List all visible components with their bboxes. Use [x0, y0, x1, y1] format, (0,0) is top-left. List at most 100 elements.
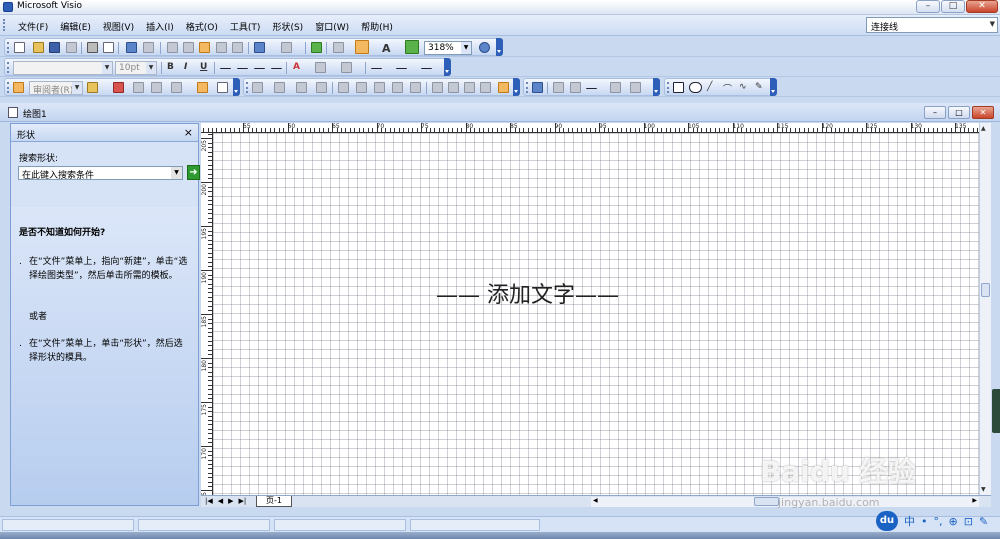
scroll-down-icon[interactable]: ▼	[981, 486, 986, 493]
line-weight-icon[interactable]	[371, 62, 382, 69]
dropdown-arrow-icon[interactable]: ▼	[146, 62, 156, 74]
underline-icon[interactable]: U	[200, 62, 207, 72]
toolbar-grip-icon[interactable]	[246, 82, 249, 93]
zoom-dropdown-icon[interactable]: ▼	[461, 42, 471, 54]
maximize-button[interactable]: □	[941, 0, 965, 13]
rotate-right-icon[interactable]	[392, 82, 403, 93]
align-center-icon[interactable]	[237, 62, 248, 69]
drawing-restore-button[interactable]: □	[948, 106, 970, 119]
flip-horizontal-icon[interactable]	[338, 82, 349, 93]
ink-icon[interactable]	[217, 82, 228, 93]
align-left-icon[interactable]	[220, 62, 231, 69]
zoom-box[interactable]: 318% ▼	[424, 41, 472, 55]
menu-help[interactable]: 帮助(H)	[355, 20, 399, 33]
italic-icon[interactable]: I	[184, 62, 187, 72]
menu-view[interactable]: 视图(V)	[97, 20, 140, 33]
next-markup-icon[interactable]	[151, 82, 162, 93]
paste-icon[interactable]	[199, 42, 210, 53]
reviewer-combo[interactable]: 审阅者(R) ▼	[29, 81, 83, 96]
canvas-text-shape[interactable]: —— 添加文字——	[436, 277, 619, 309]
toolbar-grip-icon[interactable]	[7, 82, 10, 93]
shapes-icon[interactable]	[311, 42, 322, 53]
permission-icon[interactable]	[66, 42, 77, 53]
accept-markup-icon[interactable]	[171, 82, 182, 93]
align-shapes-icon[interactable]	[252, 82, 263, 93]
search-go-icon[interactable]: ➜	[187, 165, 200, 180]
print-preview-icon[interactable]	[103, 42, 114, 53]
help-icon[interactable]	[479, 42, 490, 53]
insert-picture-icon[interactable]	[532, 82, 543, 93]
crop-icon[interactable]	[553, 82, 564, 93]
shape-operations-icon[interactable]	[498, 82, 509, 93]
freeform-tool-icon[interactable]: ∿	[739, 82, 747, 92]
redo-icon[interactable]	[281, 42, 292, 53]
bold-icon[interactable]: B	[167, 62, 174, 72]
rectangle-tool-icon[interactable]	[673, 82, 684, 93]
drawing-canvas[interactable]	[213, 133, 979, 495]
undo-icon[interactable]	[254, 42, 265, 53]
toolbar-grip-icon[interactable]	[667, 82, 670, 93]
toolbar-options-icon[interactable]	[496, 38, 503, 56]
spelling-icon[interactable]	[126, 42, 137, 53]
format-painter-icon[interactable]	[216, 42, 227, 53]
ime-punctuation-icon[interactable]: •	[921, 515, 928, 528]
drawing-close-button[interactable]: ✕	[972, 106, 994, 119]
minimize-button[interactable]: –	[916, 0, 940, 13]
open-folder-icon[interactable]	[33, 42, 44, 53]
rotate-text-icon[interactable]	[410, 82, 421, 93]
scroll-left-icon[interactable]: ◀	[593, 497, 598, 504]
research-icon[interactable]	[143, 42, 154, 53]
previous-page-icon[interactable]: ◀	[218, 496, 223, 507]
brightness-icon[interactable]	[570, 82, 581, 93]
toolbar-options-icon[interactable]	[513, 78, 520, 96]
line-pattern-icon[interactable]	[396, 62, 407, 69]
flip-vertical-icon[interactable]	[356, 82, 367, 93]
picture-format-icon[interactable]	[630, 82, 641, 93]
insert-comment-icon[interactable]	[197, 82, 208, 93]
toolbar-grip-icon[interactable]	[7, 62, 10, 73]
ime-mode-toggle[interactable]: 中	[904, 513, 915, 529]
toolbar-grip-icon[interactable]	[526, 82, 529, 93]
menu-tools[interactable]: 工具(T)	[224, 20, 267, 33]
group-icon[interactable]	[432, 82, 443, 93]
menu-insert[interactable]: 插入(I)	[140, 20, 180, 33]
page-tab-1[interactable]: 页-1	[256, 496, 292, 507]
next-page-icon[interactable]: ▶	[228, 496, 233, 507]
pencil-tool-icon[interactable]: ✎	[755, 82, 763, 92]
reviewing-pane-icon[interactable]	[13, 82, 24, 93]
first-page-icon[interactable]: |◀	[205, 496, 213, 507]
menu-edit[interactable]: 编辑(E)	[54, 20, 97, 33]
connection-point-tool-icon[interactable]	[405, 40, 419, 54]
font-size-combo[interactable]: 10pt ▼	[115, 61, 157, 75]
delete-markup-icon[interactable]	[113, 82, 124, 93]
menu-format[interactable]: 格式(O)	[180, 20, 224, 33]
ime-skin-icon[interactable]: ⊕	[949, 515, 958, 528]
rotate-left-icon[interactable]	[374, 82, 385, 93]
ime-fullwidth-icon[interactable]: °,	[934, 515, 943, 528]
menu-grip-icon[interactable]	[3, 19, 6, 31]
connect-shapes-icon[interactable]	[296, 82, 307, 93]
connector-tool-icon[interactable]	[355, 40, 369, 54]
toolbar-options-icon[interactable]	[444, 58, 451, 76]
baidu-ime-logo[interactable]: du	[876, 511, 898, 531]
pointer-tool-icon[interactable]	[333, 42, 344, 53]
save-icon[interactable]	[49, 42, 60, 53]
horizontal-scroll-thumb[interactable]	[754, 497, 779, 506]
clear-icon[interactable]	[232, 42, 243, 53]
cut-icon[interactable]	[167, 42, 178, 53]
search-shapes-input[interactable]: 在此键入搜索条件 ▼	[18, 166, 183, 181]
ime-toolbox-icon[interactable]: ⊡	[964, 515, 973, 528]
line-color-icon[interactable]	[315, 62, 326, 73]
menu-window[interactable]: 窗口(W)	[309, 20, 355, 33]
side-widget-tab[interactable]	[992, 389, 1000, 433]
line-tool-icon[interactable]: ╱	[707, 82, 712, 92]
toolbar-options-icon[interactable]	[653, 78, 660, 96]
new-document-icon[interactable]	[14, 42, 25, 53]
close-pane-icon[interactable]: ×	[184, 126, 193, 139]
copy-icon[interactable]	[183, 42, 194, 53]
bring-to-front-icon[interactable]	[464, 82, 475, 93]
arc-tool-icon[interactable]: ⌒	[723, 82, 732, 95]
align-right-icon[interactable]	[254, 62, 265, 69]
menu-shapes[interactable]: 形状(S)	[266, 20, 309, 33]
font-name-combo[interactable]: ▼	[13, 61, 113, 75]
